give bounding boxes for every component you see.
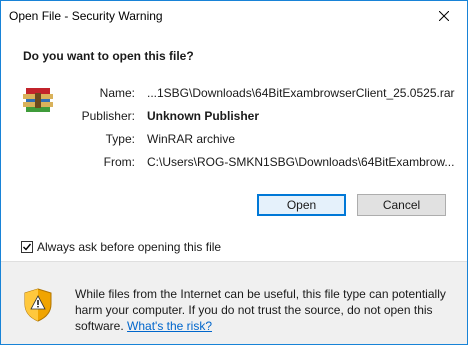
- title-bar: Open File - Security Warning: [1, 1, 467, 31]
- security-warning-dialog: Open File - Security Warning Do you want…: [0, 0, 468, 345]
- close-button[interactable]: [421, 1, 467, 31]
- from-row: From: C:\Users\ROG-SMKN1SBG\Downloads\64…: [1, 152, 467, 172]
- publisher-value: Unknown Publisher: [147, 109, 260, 123]
- cancel-button[interactable]: Cancel: [357, 194, 446, 216]
- from-value: C:\Users\ROG-SMKN1SBG\Downloads\64BitExa…: [147, 155, 455, 169]
- name-label: Name:: [99, 86, 135, 100]
- security-shield-icon: [24, 288, 52, 322]
- whats-the-risk-link[interactable]: What's the risk?: [127, 319, 212, 333]
- name-row: Name: ...1SBG\Downloads\64BitExambrowser…: [1, 83, 467, 103]
- close-icon: [439, 11, 449, 21]
- open-button[interactable]: Open: [257, 194, 346, 216]
- type-label: Type:: [105, 132, 135, 146]
- always-ask-option[interactable]: Always ask before opening this file: [21, 240, 221, 254]
- publisher-label: Publisher:: [81, 109, 135, 123]
- dialog-question: Do you want to open this file?: [23, 49, 194, 63]
- dialog-body: Do you want to open this file? Name: ...…: [1, 31, 467, 261]
- from-label: From:: [103, 155, 135, 169]
- type-row: Type: WinRAR archive: [1, 129, 467, 149]
- window-title: Open File - Security Warning: [9, 9, 163, 23]
- checkmark-icon: [23, 243, 32, 251]
- warning-footer: While files from the Internet can be use…: [1, 262, 467, 344]
- always-ask-checkbox[interactable]: [21, 241, 33, 253]
- type-value: WinRAR archive: [147, 132, 236, 146]
- name-value: ...1SBG\Downloads\64BitExambrowserClient…: [147, 86, 455, 100]
- publisher-row: Publisher: Unknown Publisher: [1, 106, 467, 126]
- warning-message: While files from the Internet can be use…: [75, 286, 455, 334]
- always-ask-label: Always ask before opening this file: [37, 240, 222, 254]
